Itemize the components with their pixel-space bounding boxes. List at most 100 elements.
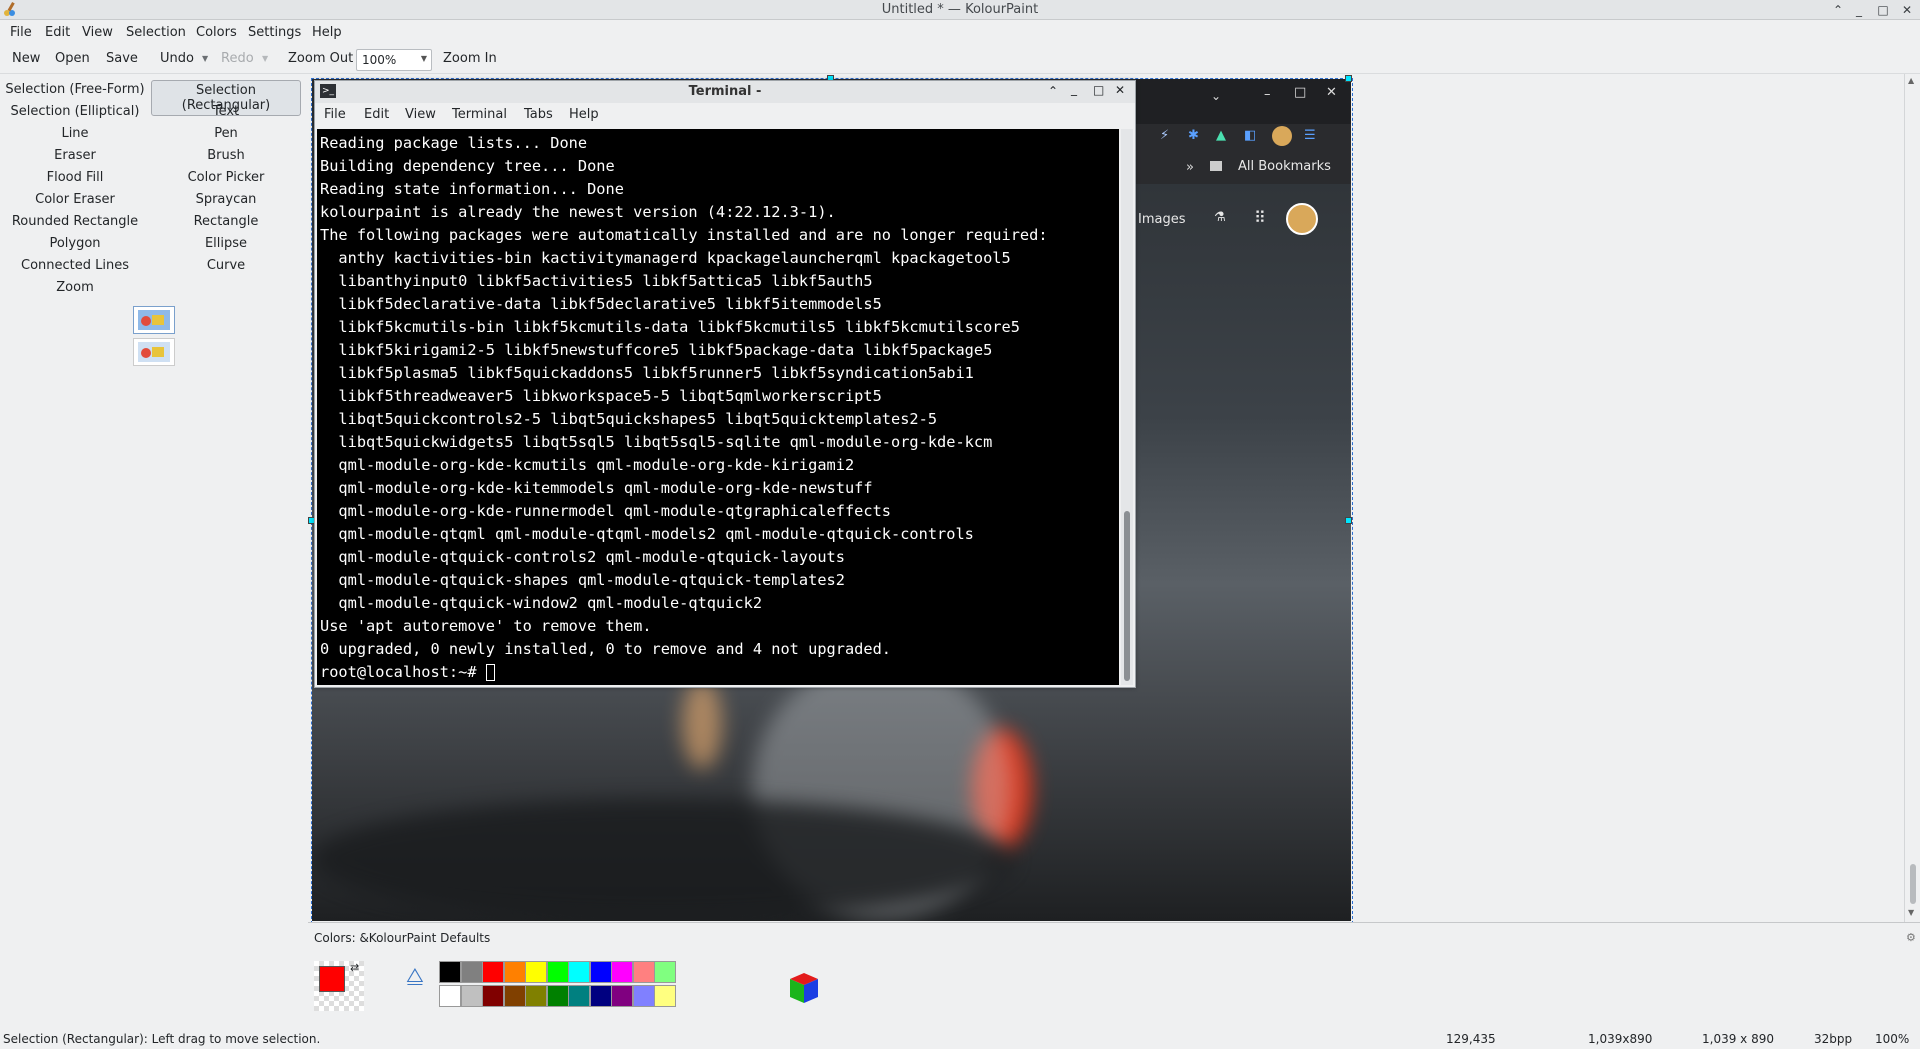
tool-line[interactable]: Line [0, 126, 150, 141]
tool-curve[interactable]: Curve [151, 258, 301, 273]
tool-color-picker[interactable]: Color Picker [151, 170, 301, 185]
resize-handle-right[interactable] [1345, 517, 1352, 524]
panel-settings-icon[interactable]: ⚙ [1906, 931, 1916, 944]
resize-handle-top-right[interactable] [1345, 75, 1352, 82]
redo-dropdown-icon[interactable]: ▼ [262, 54, 268, 63]
palette-swatch[interactable] [503, 961, 526, 983]
zoom-in-button[interactable]: Zoom In [443, 51, 497, 66]
tool-text[interactable]: Text [151, 104, 301, 119]
terminal-line: qml-module-qtquick-controls2 qml-module-… [320, 548, 845, 566]
terminal-menu-help[interactable]: Help [569, 107, 599, 122]
zoom-out-button[interactable]: Zoom Out [288, 51, 353, 66]
terminal-line: libqt5quickcontrols2-5 libqt5quickshapes… [320, 410, 938, 428]
tool-flood-fill[interactable]: Flood Fill [0, 170, 150, 185]
canvas-vertical-scrollbar[interactable]: ▲ ▼ [1904, 74, 1920, 922]
color-depth: 32bpp [1814, 1032, 1853, 1046]
palette-swatch[interactable] [654, 961, 676, 983]
transparent-color-icon[interactable]: ⧋ [406, 963, 424, 987]
tool-selection-elliptical[interactable]: Selection (Elliptical) [0, 104, 150, 119]
tool-selection-freeform[interactable]: Selection (Free-Form) [0, 82, 150, 97]
palette-swatch[interactable] [568, 985, 590, 1007]
maximize-button[interactable]: □ [1874, 1, 1892, 19]
opaque-selection-icon[interactable] [133, 306, 175, 334]
zoom-combobox[interactable]: 100% ▼ [356, 49, 432, 71]
menu-help[interactable]: Help [312, 25, 342, 40]
tool-zoom[interactable]: Zoom [0, 280, 150, 295]
terminal-line: qml-module-qtqml qml-module-qtqml-models… [320, 525, 974, 543]
tool-brush[interactable]: Brush [151, 148, 301, 163]
chevron-down-icon[interactable]: ▼ [421, 54, 427, 63]
menu-file[interactable]: File [10, 25, 32, 40]
menu-view[interactable]: View [82, 25, 113, 40]
foreground-color[interactable] [319, 966, 345, 992]
keep-above-icon[interactable]: ⌃ [1048, 84, 1058, 98]
palette-swatch[interactable] [611, 985, 633, 1007]
tool-spraycan[interactable]: Spraycan [151, 192, 301, 207]
tool-connected-lines[interactable]: Connected Lines [0, 258, 150, 273]
tool-rectangle[interactable]: Rectangle [151, 214, 301, 229]
color-well[interactable]: ⇄ [314, 961, 364, 1011]
palette-swatch[interactable] [439, 961, 461, 983]
terminal-menu-edit[interactable]: Edit [364, 107, 389, 122]
palette-swatch[interactable] [611, 961, 633, 983]
terminal-line: libkf5kirigami2-5 libkf5newstuffcore5 li… [320, 341, 993, 359]
palette-swatch[interactable] [503, 985, 526, 1007]
tool-pen[interactable]: Pen [151, 126, 301, 141]
palette-swatch[interactable] [525, 961, 547, 983]
open-button[interactable]: Open [55, 51, 90, 66]
terminal-output[interactable]: Reading package lists... Done Building de… [317, 129, 1119, 685]
scrollbar-thumb[interactable] [1910, 864, 1916, 904]
maximize-button[interactable]: □ [1093, 83, 1104, 97]
minimize-button[interactable]: _ [1071, 82, 1077, 96]
palette-swatch[interactable] [546, 961, 569, 983]
terminal-title: Terminal - [688, 84, 762, 99]
palette-swatch[interactable] [460, 985, 483, 1007]
terminal-line: The following packages were automaticall… [320, 226, 1048, 244]
new-button[interactable]: New [12, 51, 40, 66]
terminal-menu-file[interactable]: File [324, 107, 346, 122]
terminal-line: libkf5declarative-data libkf5declarative… [320, 295, 882, 313]
terminal-cursor [485, 664, 495, 681]
keep-above-icon[interactable]: ⌃ [1829, 1, 1847, 19]
save-button[interactable]: Save [106, 51, 138, 66]
tool-color-eraser[interactable]: Color Eraser [0, 192, 150, 207]
redo-button[interactable]: Redo [221, 51, 254, 66]
palette-swatch[interactable] [482, 985, 504, 1007]
palette-swatch[interactable] [546, 985, 569, 1007]
color-cube-icon[interactable] [784, 967, 824, 1011]
undo-dropdown-icon[interactable]: ▼ [202, 54, 208, 63]
palette-swatch[interactable] [460, 961, 483, 983]
palette-swatch[interactable] [589, 985, 612, 1007]
close-button[interactable]: ✕ [1898, 1, 1916, 19]
tool-ellipse[interactable]: Ellipse [151, 236, 301, 251]
tool-eraser[interactable]: Eraser [0, 148, 150, 163]
scroll-up-icon[interactable]: ▲ [1908, 76, 1914, 85]
terminal-scrollbar[interactable] [1121, 129, 1133, 685]
minimize-button[interactable]: _ [1850, 1, 1868, 19]
tool-polygon[interactable]: Polygon [0, 236, 150, 251]
palette-swatch[interactable] [439, 985, 461, 1007]
palette-swatch[interactable] [568, 961, 590, 983]
terminal-line: Reading package lists... Done [320, 134, 588, 152]
scrollbar-thumb[interactable] [1124, 511, 1130, 681]
menu-settings[interactable]: Settings [248, 25, 301, 40]
palette-swatch[interactable] [632, 961, 655, 983]
palette-swatch[interactable] [482, 961, 504, 983]
palette-swatch[interactable] [525, 985, 547, 1007]
palette-swatch[interactable] [654, 985, 676, 1007]
terminal-menu-terminal[interactable]: Terminal [452, 107, 507, 122]
terminal-menu-view[interactable]: View [405, 107, 436, 122]
transparent-selection-icon[interactable] [133, 338, 175, 366]
swap-colors-icon[interactable]: ⇄ [350, 961, 359, 974]
menu-edit[interactable]: Edit [45, 25, 70, 40]
terminal-menu-tabs[interactable]: Tabs [524, 107, 553, 122]
close-button[interactable]: ✕ [1115, 83, 1125, 97]
undo-button[interactable]: Undo [160, 51, 194, 66]
window-titlebar: Untitled * — KolourPaint ⌃ _ □ ✕ [0, 0, 1920, 20]
palette-swatch[interactable] [589, 961, 612, 983]
tool-rounded-rectangle[interactable]: Rounded Rectangle [0, 214, 150, 229]
menu-selection[interactable]: Selection [126, 25, 186, 40]
scroll-down-icon[interactable]: ▼ [1908, 908, 1914, 917]
menu-colors[interactable]: Colors [196, 25, 237, 40]
palette-swatch[interactable] [632, 985, 655, 1007]
